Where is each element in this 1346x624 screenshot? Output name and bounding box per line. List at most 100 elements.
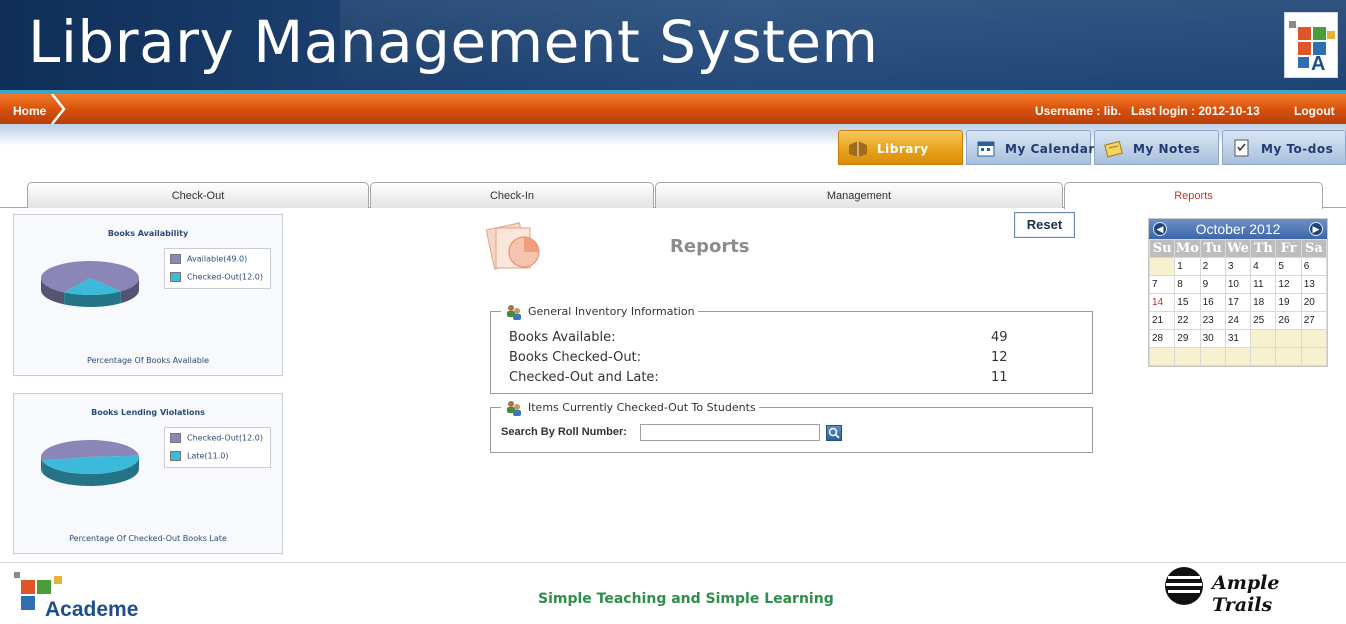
inventory-row-checked-out: Books Checked-Out: 12 <box>509 350 1049 365</box>
home-link[interactable]: Home <box>13 104 46 118</box>
tab-check-in[interactable]: Check-In <box>370 182 654 208</box>
inventory-row-available: Books Available: 49 <box>509 330 1049 345</box>
app-logo: A <box>1284 12 1338 78</box>
logout-link[interactable]: Logout <box>1294 104 1335 118</box>
inventory-row-late: Checked-Out and Late: 11 <box>509 370 1049 385</box>
calendar-empty-cell <box>1300 347 1328 366</box>
calendar-week-row: 21 22 23 24 25 26 27 <box>1148 311 1328 330</box>
calendar-day-cell[interactable]: 16 <box>1199 293 1226 312</box>
calendar-day-cell[interactable]: 27 <box>1300 311 1328 330</box>
module-tab-library[interactable]: Library <box>838 130 963 165</box>
search-button[interactable] <box>826 425 842 441</box>
page-title: Reports <box>670 236 750 257</box>
section-legend-label: Items Currently Checked-Out To Students <box>528 401 756 414</box>
legend-swatch <box>170 254 181 264</box>
calendar-day-header: Sa <box>1300 239 1328 258</box>
book-icon <box>849 141 867 157</box>
calendar-icon <box>977 141 995 157</box>
calendar-month-label: October 2012 <box>1195 221 1281 237</box>
users-icon <box>507 401 521 416</box>
calendar-day-cell[interactable]: 19 <box>1275 293 1302 312</box>
calendar-day-cell[interactable]: 20 <box>1300 293 1328 312</box>
calendar-day-cell[interactable]: 17 <box>1224 293 1252 312</box>
header-banner: Library Management System A <box>0 0 1346 90</box>
module-tab-my-calendar[interactable]: My Calendar <box>966 130 1094 165</box>
section-legend: Items Currently Checked-Out To Students <box>501 398 759 418</box>
calendar-day-cell[interactable]: 28 <box>1148 329 1176 348</box>
tab-check-out[interactable]: Check-Out <box>27 182 369 208</box>
calendar-day-cell[interactable]: 5 <box>1275 257 1302 276</box>
calendar-day-cell[interactable]: 8 <box>1174 275 1201 294</box>
calendar-week-row: 123456 <box>1148 257 1328 276</box>
calendar-week-row: 14 15 16 17 18 19 20 <box>1148 293 1328 312</box>
calendar-empty-cell <box>1275 329 1302 348</box>
chart-panel-books-availability: Books Availability Available(49.0) Check… <box>13 214 283 376</box>
inventory-value: 11 <box>991 370 1008 385</box>
calendar-day-cell[interactable]: 6 <box>1300 257 1328 276</box>
legend-item: Late(11.0) <box>170 451 228 461</box>
calendar-day-cell[interactable]: 12 <box>1275 275 1302 294</box>
calendar-day-cell[interactable]: 7 <box>1148 275 1176 294</box>
calendar-empty-cell <box>1148 257 1176 276</box>
calendar-day-cell[interactable]: 23 <box>1199 311 1226 330</box>
search-icon <box>828 427 840 439</box>
calendar-day-header: We <box>1224 239 1252 258</box>
calendar-day-cell[interactable]: 31 <box>1224 329 1252 348</box>
calendar-header: ◀ October 2012 ▶ <box>1149 219 1327 239</box>
calendar-day-cell[interactable]: 13 <box>1300 275 1328 294</box>
calendar-week-row: 7 8 9 10 11 12 13 <box>1148 275 1328 294</box>
calendar-day-cell[interactable]: 10 <box>1224 275 1252 294</box>
calendar-day-cell[interactable]: 26 <box>1275 311 1302 330</box>
calendar-day-header: Tu <box>1199 239 1226 258</box>
users-icon <box>507 305 521 320</box>
calendar-day-cell[interactable]: 29 <box>1174 329 1201 348</box>
inventory-label: Checked-Out and Late: <box>509 370 659 385</box>
roll-number-search-input[interactable] <box>640 424 820 441</box>
calendar-empty-cell <box>1224 347 1252 366</box>
calendar-day-cell[interactable]: 11 <box>1250 275 1277 294</box>
app-title: Library Management System <box>28 8 879 76</box>
next-month-button[interactable]: ▶ <box>1309 222 1323 236</box>
calendar-day-cell[interactable]: 21 <box>1148 311 1176 330</box>
calendar-day-cell[interactable]: 3 <box>1224 257 1252 276</box>
legend-swatch <box>170 272 181 282</box>
legend-label: Checked-Out(12.0) <box>187 433 263 443</box>
reset-button[interactable]: Reset <box>1014 212 1075 238</box>
calendar-day-cell[interactable]: 24 <box>1224 311 1252 330</box>
tab-reports[interactable]: Reports <box>1064 182 1323 209</box>
calendar-empty-cell <box>1250 329 1277 348</box>
legend-item: Available(49.0) <box>170 254 247 264</box>
pie-chart-lending-violations <box>40 440 139 486</box>
chart-legend: Available(49.0) Checked-Out(12.0) <box>164 248 271 289</box>
inventory-label: Books Checked-Out: <box>509 350 642 365</box>
legend-item: Checked-Out(12.0) <box>170 433 263 443</box>
module-tab-my-todos[interactable]: My To-dos <box>1222 130 1346 165</box>
calendar-day-cell[interactable]: 4 <box>1250 257 1277 276</box>
module-tab-my-notes[interactable]: My Notes <box>1094 130 1219 165</box>
calendar-day-cell[interactable]: 30 <box>1199 329 1226 348</box>
module-tab-label: My Notes <box>1133 142 1201 156</box>
chart-panel-lending-violations: Books Lending Violations Checked-Out(12.… <box>13 393 283 554</box>
chart-title: Books Availability <box>107 229 189 238</box>
calendar-day-cell[interactable]: 18 <box>1250 293 1277 312</box>
calendar-day-cell[interactable]: 2 <box>1199 257 1226 276</box>
general-inventory-section: General Inventory Information Books Avai… <box>490 302 1093 394</box>
prev-month-button[interactable]: ◀ <box>1153 222 1167 236</box>
reports-icon <box>486 222 540 270</box>
inventory-value: 49 <box>991 330 1008 345</box>
legend-label: Late(11.0) <box>187 451 229 461</box>
chart-title: Books Lending Violations <box>91 408 205 417</box>
legend-swatch <box>170 433 181 443</box>
calendar-day-cell[interactable]: 22 <box>1174 311 1201 330</box>
calendar-day-cell[interactable]: 25 <box>1250 311 1277 330</box>
calendar-day-cell[interactable]: 9 <box>1199 275 1226 294</box>
calendar-day-cell[interactable]: 14 <box>1148 293 1176 312</box>
calendar-day-cell[interactable]: 1 <box>1174 257 1201 276</box>
tab-management[interactable]: Management <box>655 182 1063 208</box>
calendar-day-cell[interactable]: 15 <box>1174 293 1201 312</box>
module-tab-label: My To-dos <box>1261 142 1334 156</box>
calendar-day-header: Th <box>1250 239 1277 258</box>
chart-footer: Percentage Of Checked-Out Books Late <box>69 534 227 543</box>
footer-tagline: Simple Teaching and Simple Learning <box>538 591 834 607</box>
calendar-day-header: Mo <box>1174 239 1201 258</box>
